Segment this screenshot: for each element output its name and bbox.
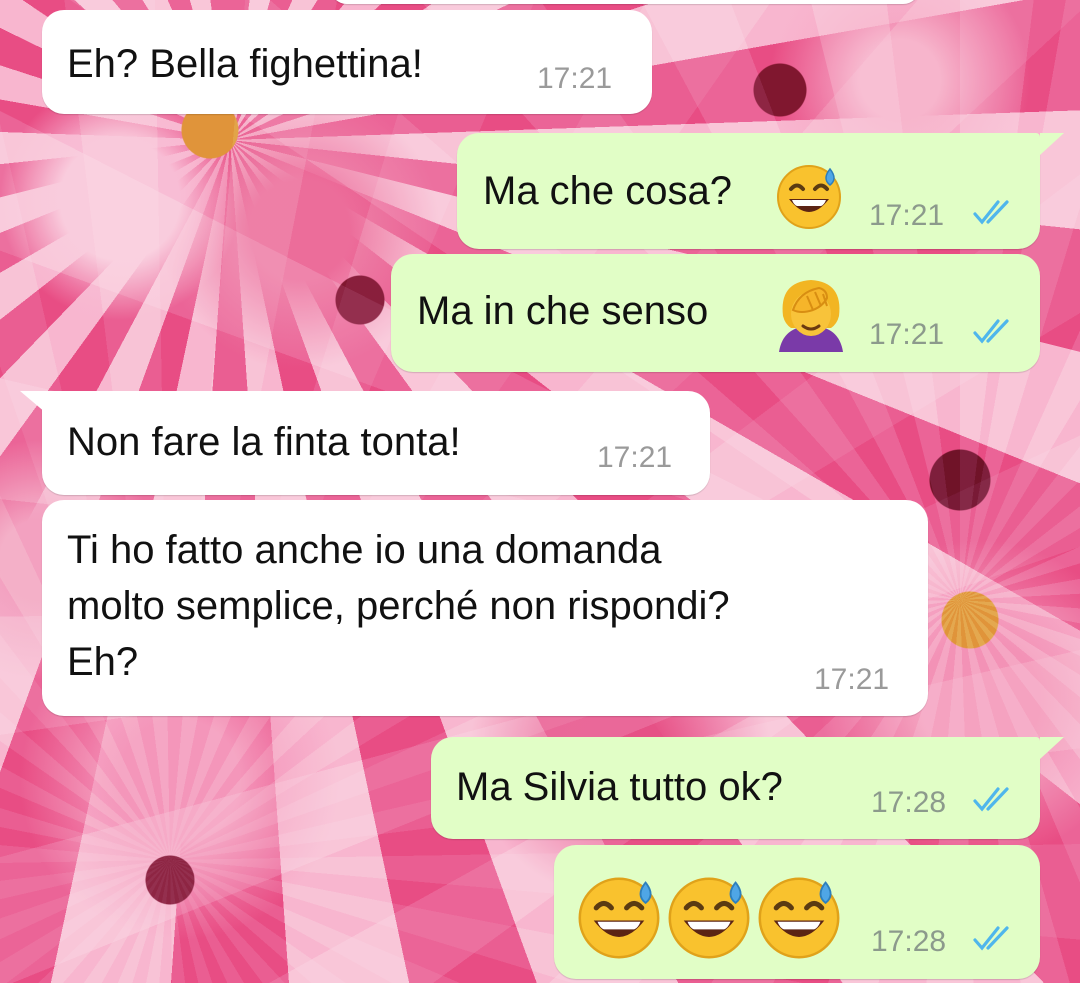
message-text: Ma in che senso — [417, 289, 709, 333]
message-timestamp: 17:21 — [814, 663, 890, 696]
grinning-face-with-sweat-icon — [777, 165, 841, 229]
message-text: Non fare la finta tonta! — [67, 420, 461, 464]
woman-facepalming-icon — [779, 280, 843, 352]
outgoing-message-bubble[interactable]: Ma che cosa? 17:21 — [457, 133, 1040, 249]
grinning-face-with-sweat-icon — [668, 877, 750, 959]
grinning-face-with-sweat-icon — [758, 877, 840, 959]
message-timestamp: 17:21 — [597, 441, 673, 474]
message-timestamp: 17:28 — [871, 925, 947, 958]
partial-message-bubble — [330, 0, 920, 4]
outgoing-message-bubble[interactable]: 17:28 — [554, 845, 1040, 979]
incoming-message-bubble[interactable]: Non fare la finta tonta! 17:21 — [42, 391, 710, 495]
message-text: Ma che cosa? — [483, 169, 733, 213]
read-ticks-icon — [973, 319, 1009, 344]
message-timestamp: 17:21 — [869, 318, 945, 351]
bubble-tail — [1040, 737, 1064, 759]
bubble-tail — [20, 391, 46, 413]
read-ticks-icon — [973, 787, 1009, 812]
message-text: Eh? Bella fighettina! — [67, 42, 423, 86]
chat-background: Eh? Bella fighettina! 17:21 Ma che cosa?… — [0, 0, 1080, 983]
outgoing-message-bubble[interactable]: Ma in che senso 17:21 — [391, 254, 1040, 372]
message-timestamp: 17:28 — [871, 786, 947, 819]
message-text: Ma Silvia tutto ok? — [456, 765, 783, 809]
incoming-message-bubble[interactable]: Eh? Bella fighettina! 17:21 — [42, 10, 652, 114]
read-ticks-icon — [973, 200, 1009, 225]
bubble-tail — [1040, 133, 1064, 155]
grinning-face-with-sweat-icon — [578, 877, 660, 959]
message-timestamp: 17:21 — [537, 62, 613, 95]
incoming-message-bubble[interactable]: Ti ho fatto anche io una domanda molto s… — [42, 500, 928, 716]
message-text: Ti ho fatto anche io una domanda molto s… — [67, 528, 730, 684]
outgoing-message-bubble[interactable]: Ma Silvia tutto ok? 17:28 — [431, 737, 1040, 839]
read-ticks-icon — [973, 926, 1009, 951]
message-timestamp: 17:21 — [869, 199, 945, 232]
